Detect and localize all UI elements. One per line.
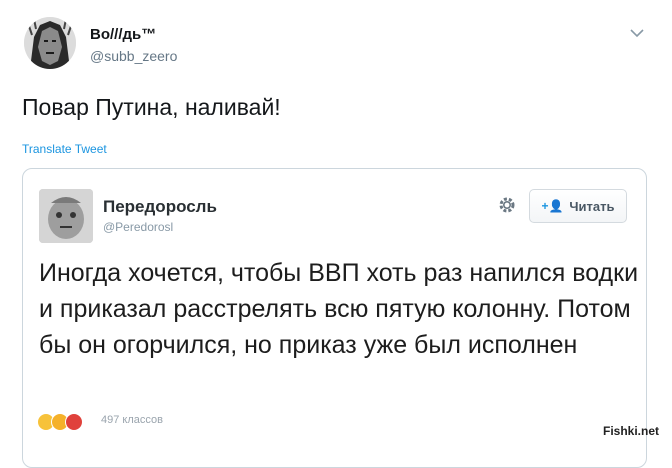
- author-name[interactable]: Во///дь™: [90, 26, 156, 43]
- watermark-logo: Fishki.net: [603, 424, 660, 438]
- translate-tweet-link[interactable]: Translate Tweet: [22, 142, 107, 156]
- quoted-author-avatar[interactable]: [39, 189, 93, 243]
- author-avatar[interactable]: [24, 17, 76, 69]
- likes-count[interactable]: 497 классов: [101, 414, 163, 426]
- heart-reaction-icon: [65, 413, 83, 431]
- chevron-down-icon[interactable]: [630, 28, 644, 38]
- quoted-tweet-card[interactable]: Передоросль @Peredorosl +👤 Читать Иногда…: [22, 168, 647, 468]
- follow-button-label: Читать: [569, 198, 615, 214]
- add-user-icon: +👤: [541, 199, 564, 213]
- tweet-text: Повар Путина, наливай!: [22, 94, 281, 120]
- reaction-icons[interactable]: [37, 413, 83, 433]
- quoted-author-handle[interactable]: @Peredorosl: [103, 220, 173, 234]
- author-handle[interactable]: @subb_zeero: [90, 48, 177, 64]
- follow-button[interactable]: +👤 Читать: [529, 189, 627, 223]
- gear-icon[interactable]: [497, 195, 517, 215]
- quoted-author-name[interactable]: Передоросль: [103, 197, 217, 217]
- quoted-tweet-text: Иногда хочется, чтобы ВВП хоть раз напил…: [39, 259, 639, 359]
